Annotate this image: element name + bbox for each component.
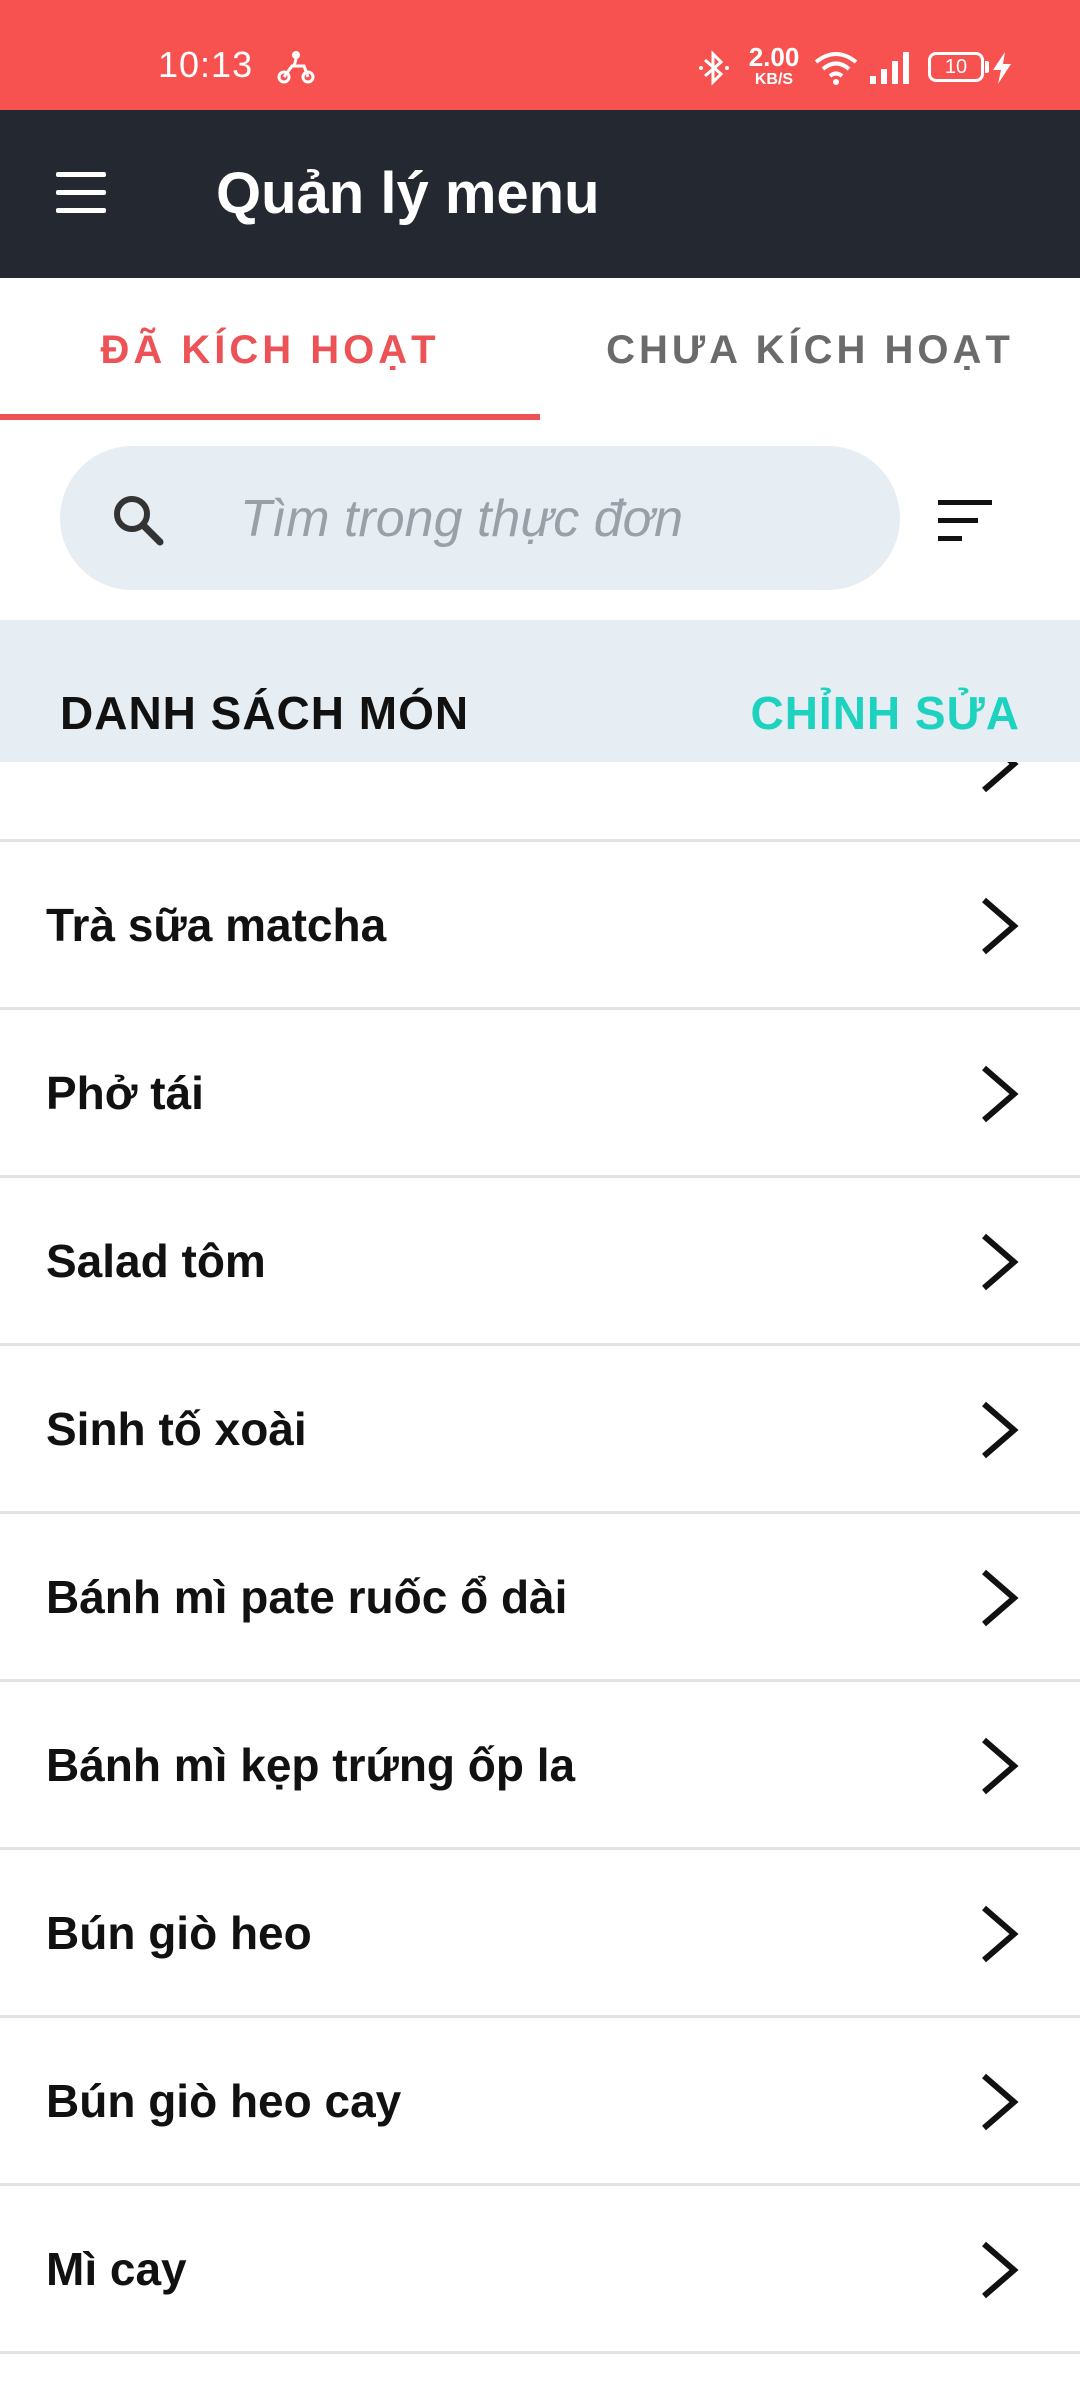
- network-speed-unit: KB/S: [754, 71, 794, 88]
- search-icon: [114, 496, 164, 546]
- chevron-right-icon: [982, 1065, 1019, 1123]
- tab-bar: ĐÃ KÍCH HOẠT CHƯA KÍCH HOẠT: [0, 278, 1080, 422]
- section-title: DANH SÁCH MÓN: [60, 687, 470, 739]
- page-title: Quản lý menu: [216, 161, 600, 226]
- tab-activated[interactable]: ĐÃ KÍCH HOẠT: [0, 278, 540, 422]
- hamburger-menu-icon[interactable]: [48, 164, 112, 224]
- list-item[interactable]: Bún giò heo cay: [0, 2018, 1080, 2186]
- list-item-label: Salad tôm: [46, 1235, 266, 1287]
- list-item-label: Bún giò heo cay: [46, 2075, 402, 2127]
- edit-button[interactable]: CHỈNH SỬA: [750, 686, 1020, 740]
- tab-not-activated[interactable]: CHƯA KÍCH HOẠT: [540, 278, 1080, 422]
- active-tab-indicator: [0, 414, 540, 420]
- wifi-icon: [814, 52, 858, 85]
- chevron-right-icon: [982, 762, 1019, 793]
- battery-icon: 10: [928, 52, 984, 82]
- list-item-label: Bún giò heo: [46, 1907, 312, 1959]
- battery-level: 10: [944, 56, 968, 78]
- list-item[interactable]: Bánh mì pate ruốc ổ dài: [0, 1514, 1080, 1682]
- search-input[interactable]: [240, 486, 860, 552]
- list-item-label: Bánh mì kẹp trứng ốp la: [46, 1739, 576, 1791]
- chevron-right-icon: [982, 1401, 1019, 1459]
- chevron-right-icon: [982, 1233, 1019, 1291]
- chevron-right-icon: [982, 2241, 1019, 2299]
- network-speed-value: 2.00: [748, 42, 800, 72]
- menu-item-list: Trà sữa matcha Phở tái Salad tôm Sinh tố xo…: [0, 762, 1080, 2400]
- list-item[interactable]: Salad tôm: [0, 1178, 1080, 1346]
- chevron-right-icon: [982, 1569, 1019, 1627]
- scooter-icon: [277, 51, 315, 84]
- chevron-right-icon: [982, 1737, 1019, 1795]
- battery-tip: [985, 61, 989, 73]
- network-speed: 2.00 KB/S: [744, 44, 804, 88]
- list-item-label: Sinh tố xoài: [46, 1403, 307, 1455]
- chevron-right-icon: [982, 1905, 1019, 1963]
- list-item[interactable]: Phở tái: [0, 1010, 1080, 1178]
- list-item[interactable]: Sinh tố xoài: [0, 1346, 1080, 1514]
- list-item-label: Mì cay: [46, 2243, 187, 2295]
- chevron-right-icon: [982, 2073, 1019, 2131]
- charging-icon: [993, 52, 1011, 84]
- list-item-label: Phở tái: [46, 1067, 204, 1119]
- list-item[interactable]: Trà sữa matcha: [0, 842, 1080, 1010]
- status-time: 10:13: [158, 44, 254, 85]
- app-bar: Quản lý menu: [0, 110, 1080, 278]
- list-item-label: Bánh mì pate ruốc ổ dài: [46, 1571, 568, 1623]
- list-item[interactable]: Bún giò heo: [0, 1850, 1080, 2018]
- bluetooth-icon: [699, 50, 729, 86]
- list-item[interactable]: [0, 762, 1080, 842]
- search-box[interactable]: [60, 446, 900, 590]
- list-item[interactable]: Mì cay: [0, 2186, 1080, 2354]
- status-bar: 10:13 2.00 KB/S 10: [0, 0, 1080, 110]
- chevron-right-icon: [982, 897, 1019, 955]
- search-row: [0, 422, 1080, 620]
- list-item-label: Trà sữa matcha: [46, 899, 387, 951]
- sort-icon[interactable]: [930, 486, 1000, 556]
- section-header: DANH SÁCH MÓN CHỈNH SỬA: [0, 620, 1080, 762]
- signal-icon: [870, 52, 909, 84]
- list-item[interactable]: Bánh mì kẹp trứng ốp la: [0, 1682, 1080, 1850]
